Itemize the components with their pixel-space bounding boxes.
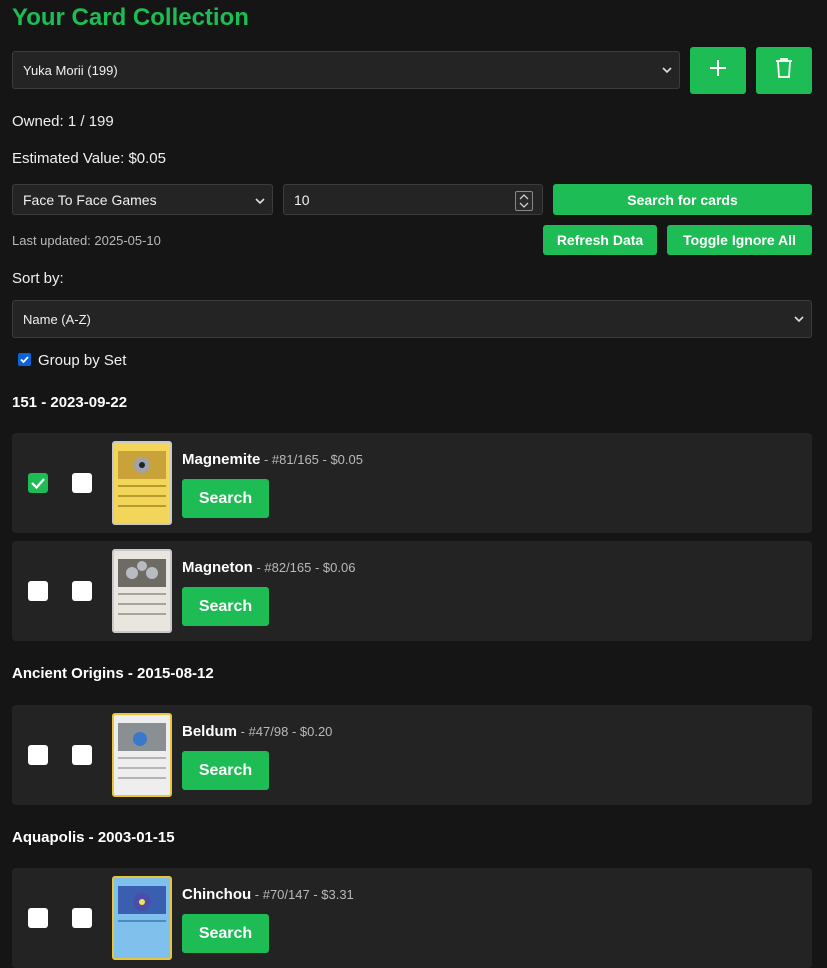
quantity-stepper[interactable]	[515, 191, 533, 211]
card-meta: - #70/147 - $3.31	[251, 887, 354, 902]
owned-count: Owned: 1 / 199	[12, 113, 114, 130]
card-name-text: Magnemite	[182, 451, 261, 468]
chevron-down-icon	[793, 313, 805, 325]
search-cards-button[interactable]: Search for cards	[553, 184, 812, 215]
card-name: Magnemite - #81/165 - $0.05	[182, 451, 363, 468]
card-name: Beldum - #47/98 - $0.20	[182, 723, 332, 740]
owned-checkbox[interactable]	[28, 473, 48, 493]
group-by-set-label: Group by Set	[38, 352, 127, 369]
set-title: Ancient Origins - 2015-08-12	[12, 665, 214, 682]
owned-checkbox[interactable]	[28, 908, 48, 928]
card-name-text: Magneton	[182, 559, 253, 576]
card-row: Chinchou - #70/147 - $3.31 Search	[12, 868, 812, 968]
card-name-text: Chinchou	[182, 886, 252, 903]
chevron-down-icon	[254, 194, 266, 206]
card-search-button[interactable]: Search	[182, 479, 269, 518]
card-search-button[interactable]: Search	[182, 587, 269, 626]
card-meta: - #81/165 - $0.05	[260, 452, 363, 467]
ignore-checkbox[interactable]	[72, 745, 92, 765]
ignore-checkbox[interactable]	[72, 908, 92, 928]
card-row: Magnemite - #81/165 - $0.05 Search	[12, 433, 812, 533]
card-image	[112, 549, 172, 633]
owned-checkbox[interactable]	[28, 745, 48, 765]
delete-collection-button[interactable]	[756, 47, 812, 94]
card-name: Chinchou - #70/147 - $3.31	[182, 886, 354, 903]
plus-icon	[709, 59, 727, 82]
card-image	[112, 876, 172, 960]
add-collection-button[interactable]	[690, 47, 746, 94]
owned-checkbox[interactable]	[28, 581, 48, 601]
set-title: 151 - 2023-09-22	[12, 394, 128, 411]
card-row: Beldum - #47/98 - $0.20 Search	[12, 705, 812, 805]
chevron-down-icon	[661, 64, 673, 76]
card-row: Magneton - #82/165 - $0.06 Search	[12, 541, 812, 641]
card-name-text: Beldum	[182, 723, 238, 740]
card-image	[112, 441, 172, 525]
checkmark-icon	[31, 478, 45, 490]
sort-select[interactable]: Name (A-Z)	[12, 300, 812, 338]
page-title: Your Card Collection	[12, 4, 249, 31]
quantity-input[interactable]: 10	[283, 184, 543, 215]
sort-label: Sort by:	[12, 270, 64, 287]
estimated-value: Estimated Value: $0.05	[12, 150, 166, 167]
store-select[interactable]: Face To Face Games	[12, 184, 273, 215]
quantity-value: 10	[294, 191, 310, 208]
collection-select[interactable]: Yuka Morii (199)	[12, 51, 680, 89]
card-search-button[interactable]: Search	[182, 914, 269, 953]
card-meta: - #47/98 - $0.20	[237, 724, 333, 739]
ignore-checkbox[interactable]	[72, 473, 92, 493]
group-by-set-checkbox[interactable]	[18, 353, 31, 366]
toggle-ignore-all-button[interactable]: Toggle Ignore All	[667, 225, 812, 255]
sort-select-value: Name (A-Z)	[23, 311, 91, 327]
last-updated: Last updated: 2025-05-10	[12, 233, 161, 248]
trash-icon	[775, 57, 793, 84]
ignore-checkbox[interactable]	[72, 581, 92, 601]
card-meta: - #82/165 - $0.06	[252, 560, 356, 575]
set-title: Aquapolis - 2003-01-15	[12, 829, 175, 846]
store-select-value: Face To Face Games	[23, 191, 157, 208]
card-name: Magneton - #82/165 - $0.06	[182, 559, 355, 576]
card-search-button[interactable]: Search	[182, 751, 269, 790]
refresh-data-button[interactable]: Refresh Data	[543, 225, 657, 255]
card-image	[112, 713, 172, 797]
collection-select-value: Yuka Morii (199)	[23, 62, 118, 78]
